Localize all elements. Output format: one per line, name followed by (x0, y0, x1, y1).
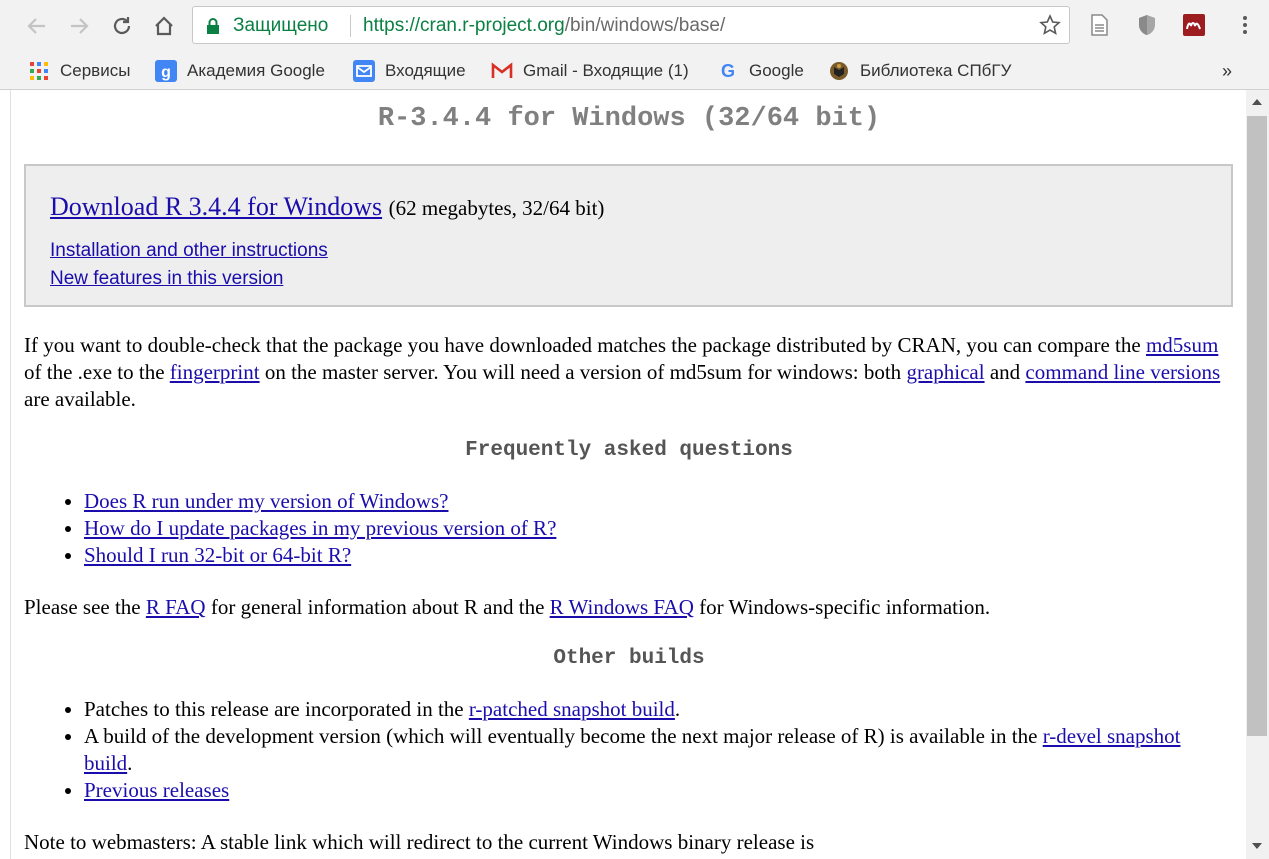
gmail-icon (491, 60, 513, 82)
bookmark-label: Библиотека СПбГУ (860, 61, 1012, 80)
text: Please see the (24, 595, 146, 619)
download-box: Download R 3.4.4 for Windows (62 megabyt… (24, 164, 1233, 307)
menu-kebab-icon[interactable] (1233, 13, 1257, 37)
download-r-link[interactable]: Download R 3.4.4 for Windows (50, 192, 382, 221)
bookmark-star-icon[interactable] (1039, 14, 1061, 36)
new-features-link[interactable]: New features in this version (50, 268, 283, 290)
r-faq-link[interactable]: R FAQ (146, 595, 206, 619)
bookmark-services[interactable]: Сервисы (28, 60, 130, 82)
browser-toolbar: Защищено https://cran.r-project.org/bin/… (0, 0, 1269, 52)
text: and (984, 360, 1026, 384)
text: . (127, 751, 133, 775)
url-text[interactable]: https://cran.r-project.org/bin/windows/b… (363, 15, 725, 37)
url-path: /bin/windows/base/ (564, 15, 726, 36)
text: for general information about R and the (205, 595, 550, 619)
bookmarks-bar: Сервисы g Академия Google Входящие Gmail… (0, 52, 1269, 90)
text: for Windows-specific information. (693, 595, 991, 619)
text: If you want to double-check that the pac… (24, 333, 1146, 357)
download-size-info: (62 megabytes, 32/64 bit) (388, 196, 605, 220)
previous-releases-link[interactable]: Previous releases (84, 778, 229, 802)
address-bar[interactable]: Защищено https://cran.r-project.org/bin/… (192, 6, 1070, 44)
faq-link-windows-version[interactable]: Does R run under my version of Windows? (84, 489, 448, 513)
graphical-link[interactable]: graphical (906, 360, 984, 384)
list-item: A build of the development version (whic… (84, 723, 1204, 777)
document-extension-icon[interactable] (1087, 13, 1111, 37)
faq-link-update-packages[interactable]: How do I update packages in my previous … (84, 516, 556, 540)
bookmark-label: Google (749, 61, 804, 80)
address-separator (350, 15, 351, 37)
command-line-versions-link[interactable]: command line versions (1025, 360, 1220, 384)
faq-heading: Frequently asked questions (465, 439, 793, 462)
scholar-icon: g (155, 60, 177, 82)
page-viewport: R-3.4.4 for Windows (32/64 bit) Download… (10, 90, 1247, 859)
rfaq-paragraph: Please see the R FAQ for general informa… (24, 594, 1229, 621)
list-item: Patches to this release are incorporated… (84, 696, 1204, 723)
home-icon (155, 16, 173, 36)
page-title: R-3.4.4 for Windows (32/64 bit) (377, 104, 881, 134)
text: A build of the development version (whic… (84, 724, 1043, 748)
text: are available. (24, 387, 136, 411)
secure-label: Защищено (233, 15, 329, 36)
lock-icon (207, 18, 219, 34)
back-button[interactable] (24, 13, 50, 39)
forward-arrow-icon (71, 18, 89, 34)
list-item: Previous releases (84, 777, 1204, 804)
bookmark-google[interactable]: G Google (717, 60, 804, 82)
back-arrow-icon (27, 18, 45, 34)
checksum-paragraph: If you want to double-check that the pac… (24, 332, 1229, 413)
bookmark-label: Академия Google (187, 61, 325, 80)
list-item: How do I update packages in my previous … (84, 515, 1204, 542)
library-crest-icon (828, 60, 850, 82)
faq-list: Does R run under my version of Windows? … (24, 488, 1204, 569)
forward-button[interactable] (66, 13, 92, 39)
mendeley-extension-icon[interactable] (1182, 13, 1206, 37)
scrollbar-thumb[interactable] (1247, 116, 1267, 736)
inbox-icon (353, 60, 375, 82)
url-host: https://cran.r-project.org (363, 15, 565, 36)
bookmark-label: Входящие (385, 61, 466, 80)
builds-list: Patches to this release are incorporated… (24, 696, 1204, 804)
install-instructions-link[interactable]: Installation and other instructions (50, 240, 328, 262)
reload-button[interactable] (109, 13, 135, 39)
webmasters-note: Note to webmasters: A stable link which … (24, 830, 815, 854)
bookmark-label: Gmail - Входящие (1) (523, 61, 689, 80)
bookmark-spbu-library[interactable]: Библиотека СПбГУ (828, 60, 1011, 82)
google-icon: G (717, 60, 739, 82)
bookmark-google-scholar[interactable]: g Академия Google (155, 60, 325, 82)
scroll-down-arrow-icon[interactable] (1252, 843, 1262, 849)
md5sum-link[interactable]: md5sum (1146, 333, 1218, 357)
r-patched-link[interactable]: r-patched snapshot build (469, 697, 675, 721)
bookmark-gmail[interactable]: Gmail - Входящие (1) (491, 60, 689, 82)
faq-link-32-or-64-bit[interactable]: Should I run 32-bit or 64-bit R? (84, 543, 351, 567)
svg-text:g: g (161, 64, 171, 81)
text: . (674, 697, 681, 721)
apps-grid-icon (28, 60, 50, 82)
fingerprint-link[interactable]: fingerprint (170, 360, 260, 384)
shield-extension-icon[interactable] (1135, 13, 1159, 37)
bookmark-inbox[interactable]: Входящие (353, 60, 466, 82)
text: of the .exe to the (24, 360, 170, 384)
download-line: Download R 3.4.4 for Windows (62 megabyt… (50, 192, 604, 222)
scroll-up-arrow-icon[interactable] (1252, 99, 1262, 105)
home-button[interactable] (151, 13, 177, 39)
text: Patches to this release are incorporated… (84, 697, 469, 721)
vertical-scrollbar[interactable] (1246, 90, 1269, 859)
list-item: Does R run under my version of Windows? (84, 488, 1204, 515)
bookmarks-overflow-button[interactable]: » (1222, 60, 1232, 82)
reload-icon (113, 17, 131, 35)
bookmark-label: Сервисы (60, 61, 131, 80)
svg-text:G: G (721, 61, 735, 81)
r-windows-faq-link[interactable]: R Windows FAQ (550, 595, 694, 619)
other-builds-heading: Other builds (553, 647, 705, 670)
list-item: Should I run 32-bit or 64-bit R? (84, 542, 1204, 569)
text: on the master server. You will need a ve… (259, 360, 907, 384)
